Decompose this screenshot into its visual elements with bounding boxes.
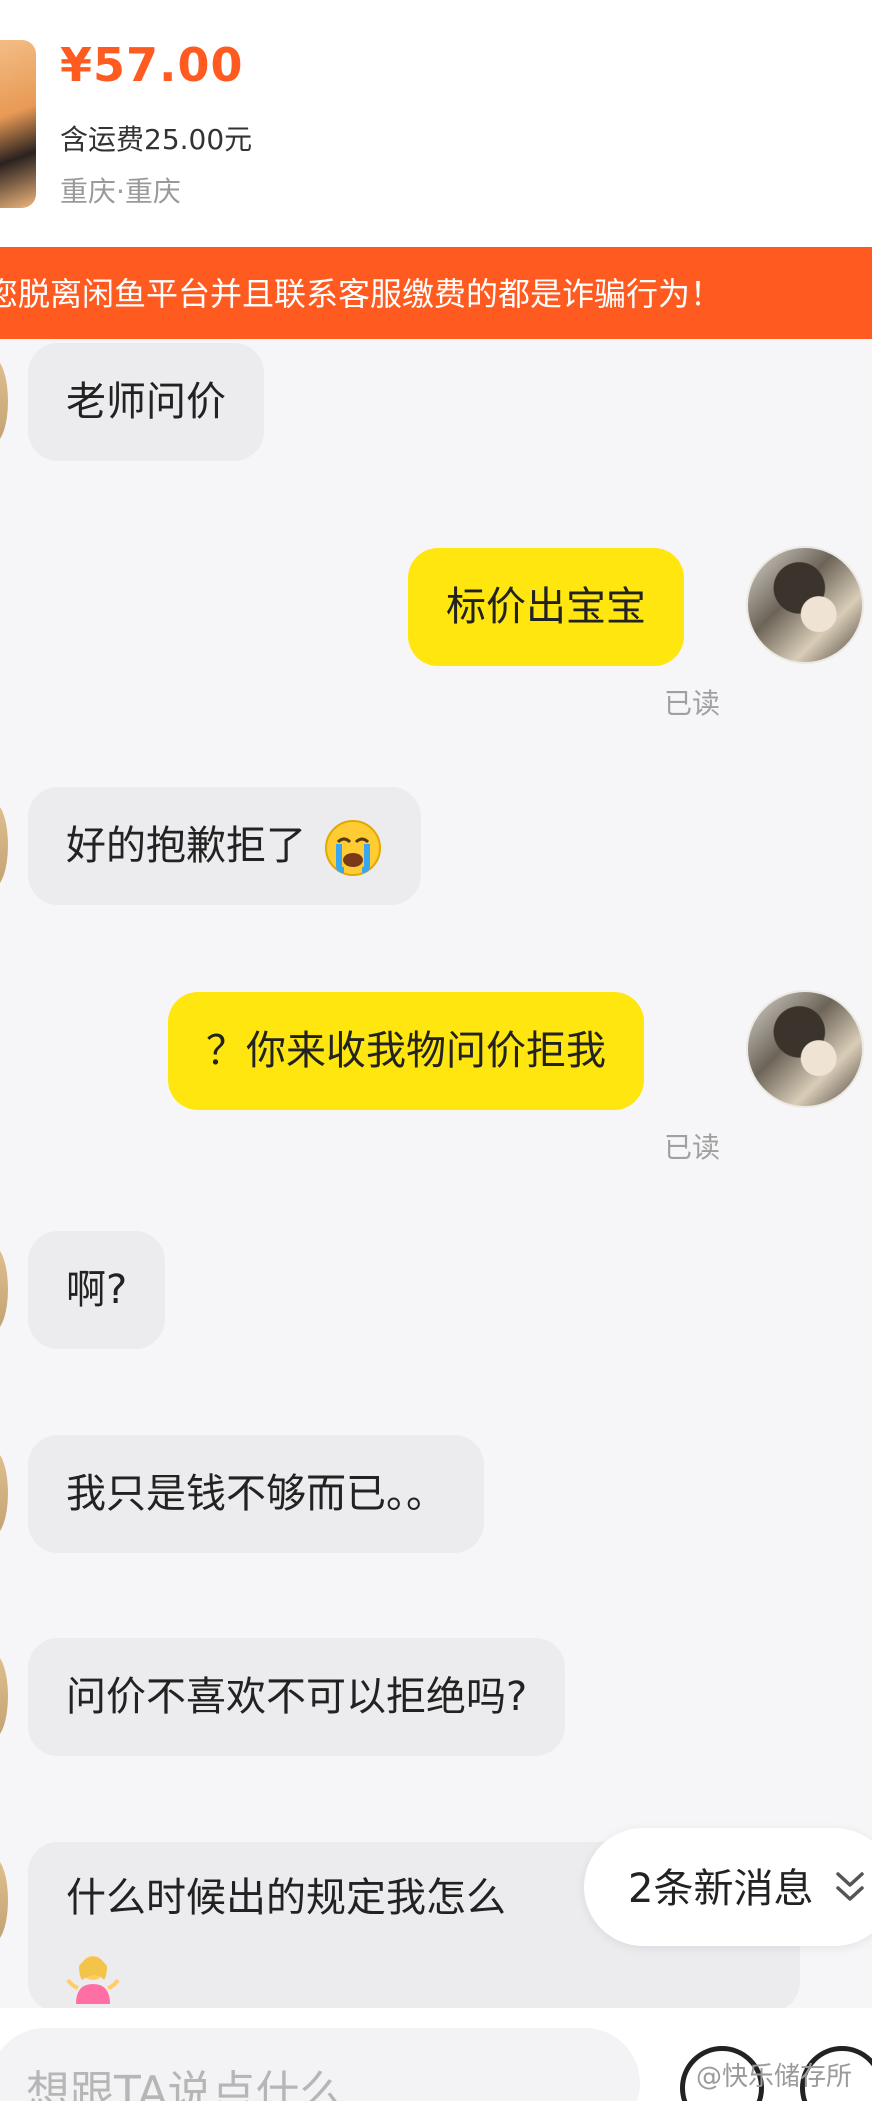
chat-screen: ¥57.00 含运费25.00元 重庆·重庆 您脱离闲鱼平台并且联系客服缴费的都… — [0, 0, 872, 2101]
message-bubble-incoming[interactable]: 老师问价 — [28, 343, 264, 461]
product-thumbnail[interactable] — [0, 40, 36, 208]
message-text: 啊? — [66, 1267, 128, 1313]
message-bubble-outgoing[interactable]: 标价出宝宝 — [408, 548, 684, 666]
other-avatar[interactable] — [0, 1653, 8, 1739]
message-bubble-incoming[interactable]: 好的抱歉拒了 — [28, 787, 421, 905]
other-avatar[interactable] — [0, 1246, 8, 1332]
product-header[interactable]: ¥57.00 含运费25.00元 重庆·重庆 — [0, 0, 872, 247]
other-avatar[interactable] — [0, 802, 8, 888]
message-bubble-outgoing[interactable]: ？你来收我物问价拒我 — [168, 992, 644, 1110]
message-text: 标价出宝宝 — [446, 584, 646, 630]
message-text: ？你来收我物问价拒我 — [206, 1028, 606, 1074]
read-status: 已读 — [664, 687, 721, 720]
product-location: 重庆·重庆 — [60, 175, 181, 208]
warning-text: 您脱离闲鱼平台并且联系客服缴费的都是诈骗行为！ — [0, 275, 723, 313]
woman-shrugging-icon — [66, 1956, 120, 2004]
fraud-warning-banner: 您脱离闲鱼平台并且联系客服缴费的都是诈骗行为！ — [0, 247, 872, 339]
shipping-fee: 含运费25.00元 — [60, 123, 253, 156]
watermark: @快乐储存所 — [696, 2062, 853, 2092]
my-avatar[interactable] — [746, 546, 864, 664]
double-chevron-down-icon — [836, 1872, 864, 1901]
message-bubble-incoming[interactable]: 我只是钱不够而已。。 — [28, 1435, 484, 1553]
other-avatar[interactable] — [0, 358, 8, 444]
message-bubble-incoming[interactable]: 问价不喜欢不可以拒绝吗? — [28, 1638, 566, 1756]
input-placeholder: 想跟TA说点什么... — [26, 2067, 386, 2101]
message-text: 问价不喜欢不可以拒绝吗? — [66, 1674, 528, 1720]
message-text: 我只是钱不够而已。。 — [66, 1471, 446, 1517]
message-text: 好的抱歉拒了 — [66, 823, 306, 869]
my-avatar[interactable] — [746, 990, 864, 1108]
read-status: 已读 — [664, 1131, 721, 1164]
message-bubble-incoming[interactable]: 啊? — [28, 1231, 166, 1349]
product-price: ¥57.00 — [60, 38, 244, 92]
new-messages-label: 2条新消息 — [628, 1866, 814, 1912]
message-text: 老师问价 — [66, 379, 226, 425]
other-avatar[interactable] — [0, 1450, 8, 1536]
crying-face-icon — [324, 820, 381, 876]
other-avatar[interactable] — [0, 1857, 8, 1943]
new-messages-button[interactable]: 2条新消息 — [584, 1828, 872, 1946]
message-input[interactable]: 想跟TA说点什么... — [0, 2028, 640, 2101]
